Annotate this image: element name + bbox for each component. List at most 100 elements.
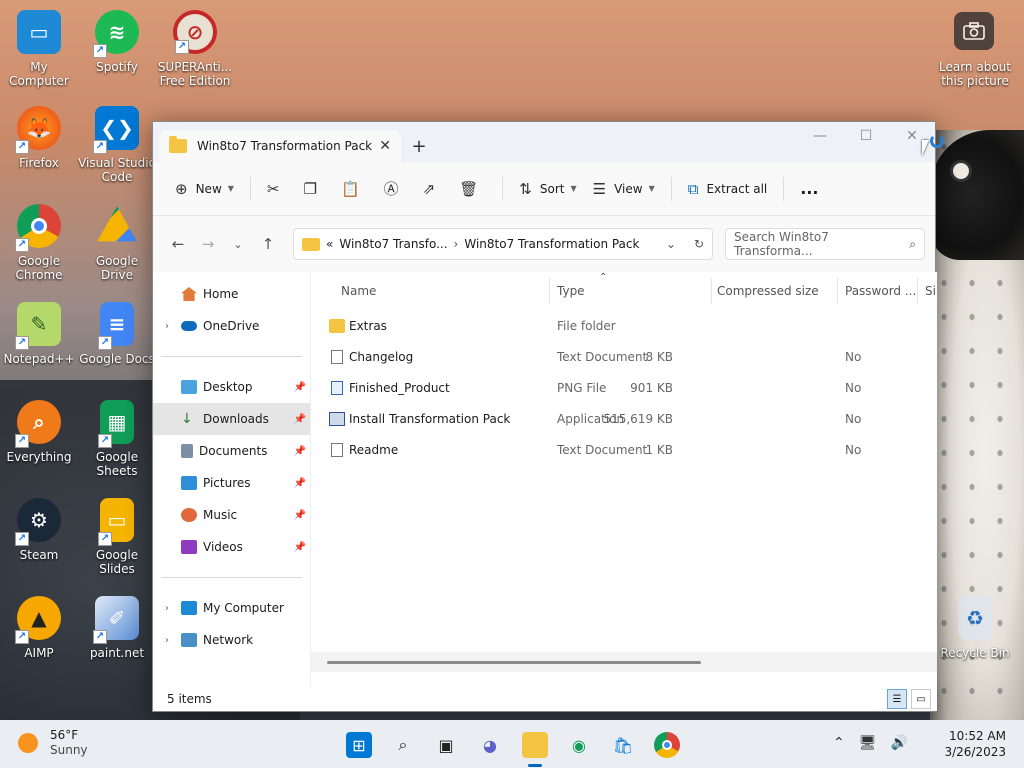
- chevron-right-icon[interactable]: ›: [165, 635, 181, 646]
- sidebar-item-documents[interactable]: Documents 📌: [153, 435, 310, 467]
- paintnet-icon: ✐ ↗: [93, 596, 139, 644]
- music-icon: [181, 508, 197, 522]
- overflow-crumbs[interactable]: «: [326, 237, 333, 251]
- desktop-icon-aimp[interactable]: ▲ ↗ AIMP: [0, 596, 78, 660]
- chrome-taskbar-button[interactable]: [654, 732, 680, 758]
- tab-win8to7[interactable]: Win8to7 Transformation Pack ✕: [159, 130, 401, 162]
- file-row[interactable]: Install Transformation Pack Application …: [311, 403, 937, 434]
- minimize-button[interactable]: —: [797, 122, 843, 150]
- pin-icon[interactable]: 📌: [294, 446, 306, 457]
- desktop-icon-google-slides[interactable]: ▭ ↗ Google Slides: [78, 498, 156, 576]
- pin-icon[interactable]: 📌: [294, 478, 306, 489]
- address-bar[interactable]: « Win8to7 Transfo... › Win8to7 Transform…: [293, 228, 713, 260]
- search-input[interactable]: Search Win8to7 Transforma... ⌕: [725, 228, 925, 260]
- start-button[interactable]: ⊞: [346, 732, 372, 758]
- chevron-up-icon[interactable]: ⌃: [833, 735, 845, 751]
- new-tab-button[interactable]: +: [401, 130, 437, 162]
- tiles-view-icon[interactable]: ▭: [911, 689, 931, 709]
- details-view-icon[interactable]: ☰: [887, 689, 907, 709]
- chevron-down-icon[interactable]: ⌄: [666, 237, 676, 251]
- file-row[interactable]: Extras File folder: [311, 310, 937, 341]
- sort-button[interactable]: ⇅ Sort ▼: [511, 173, 584, 205]
- column-size[interactable]: Si: [925, 284, 936, 298]
- sidebar-item-desktop[interactable]: Desktop 📌: [153, 371, 310, 403]
- view-button[interactable]: ☰ View ▼: [585, 173, 663, 205]
- column-divider[interactable]: [549, 278, 550, 304]
- breadcrumb-current[interactable]: Win8to7 Transformation Pack: [464, 237, 639, 251]
- date: 3/26/2023: [944, 745, 1006, 759]
- pin-icon[interactable]: 📌: [294, 414, 306, 425]
- column-divider[interactable]: [711, 278, 712, 304]
- file-row[interactable]: Changelog Text Document 8 KB No: [311, 341, 937, 372]
- sidebar-item-downloads[interactable]: ↓ Downloads 📌: [153, 403, 310, 435]
- chevron-right-icon[interactable]: ›: [165, 321, 181, 332]
- column-password[interactable]: Password ...: [845, 284, 916, 298]
- view-lines-icon: ☰: [592, 179, 607, 198]
- desktop-icon-chrome[interactable]: ↗ Google Chrome: [0, 204, 78, 282]
- desktop-icon-notepadpp[interactable]: ✎ ↗ Notepad++: [0, 302, 78, 366]
- file-row[interactable]: Finished_Product PNG File 901 KB No: [311, 372, 937, 403]
- copy-button[interactable]: ❐: [296, 173, 333, 205]
- learn-about-picture-button[interactable]: [954, 12, 994, 50]
- more-options-button[interactable]: ...: [792, 173, 826, 205]
- pin-icon[interactable]: 📌: [294, 382, 306, 393]
- share-button[interactable]: ⇗: [415, 173, 452, 205]
- weather-widget[interactable]: 56°F Sunny: [18, 728, 88, 758]
- recent-chevron-icon[interactable]: ⌄: [223, 238, 253, 251]
- maximize-button[interactable]: ☐: [843, 122, 889, 150]
- desktop-icon-steam[interactable]: ⚙ ↗ Steam: [0, 498, 78, 562]
- chat-button[interactable]: ◕: [477, 732, 503, 758]
- back-arrow-icon[interactable]: ←: [163, 235, 193, 253]
- sidebar-item-home[interactable]: Home: [153, 278, 310, 310]
- desktop-icon-spotify[interactable]: ≋ ↗ Spotify: [78, 10, 156, 74]
- desktop-icon-everything[interactable]: ⌕ ↗ Everything: [0, 400, 78, 464]
- sidebar-item-music[interactable]: Music 📌: [153, 499, 310, 531]
- desktop-icon-paintnet[interactable]: ✐ ↗ paint.net: [78, 596, 156, 660]
- new-button[interactable]: ⊕ New ▼: [167, 173, 242, 205]
- store-button[interactable]: 🛍: [610, 732, 636, 758]
- pin-icon[interactable]: 📌: [294, 510, 306, 521]
- desktop-icon-vscode[interactable]: ❮❯ ↗ Visual Studio Code: [78, 106, 156, 184]
- close-tab-icon[interactable]: ✕: [379, 138, 391, 154]
- clock[interactable]: 10:52 AM 3/26/2023: [944, 728, 1006, 760]
- sidebar-item-pictures[interactable]: Pictures 📌: [153, 467, 310, 499]
- cut-button[interactable]: ✂: [259, 173, 296, 205]
- up-arrow-icon[interactable]: ↑: [253, 235, 283, 253]
- search-taskbar-button[interactable]: ⌕: [390, 732, 416, 758]
- delete-button[interactable]: 🗑: [451, 173, 494, 205]
- horizontal-scrollbar-thumb[interactable]: [327, 661, 701, 664]
- chevron-right-icon[interactable]: ›: [165, 603, 181, 614]
- paste-button[interactable]: 📋: [333, 173, 376, 205]
- column-compressed-size[interactable]: Compressed size: [717, 284, 819, 298]
- column-divider[interactable]: [917, 278, 918, 304]
- rename-button[interactable]: Ⓐ: [376, 173, 415, 205]
- network-icon[interactable]: 🖥: [859, 735, 877, 751]
- sidebar-item-my-computer[interactable]: › My Computer: [153, 592, 310, 624]
- desktop-icon-google-drive[interactable]: Google Drive: [78, 204, 156, 282]
- column-type[interactable]: Type: [557, 284, 585, 298]
- desktop-icon-google-docs[interactable]: ≡ ↗ Google Docs: [78, 302, 156, 366]
- desktop-icon-my-computer[interactable]: ▭ My Computer: [0, 10, 78, 88]
- pin-icon[interactable]: 📌: [294, 542, 306, 553]
- desktop-icon-firefox[interactable]: 🦊 ↗ Firefox: [0, 106, 78, 170]
- edge-button[interactable]: ◉: [566, 732, 592, 758]
- volume-icon[interactable]: 🔊: [891, 735, 908, 751]
- image-file-icon: [331, 380, 343, 395]
- desktop-icon-recycle-bin[interactable]: ♻ Recycle Bin: [936, 596, 1014, 660]
- column-divider[interactable]: [837, 278, 838, 304]
- refresh-icon[interactable]: ↻: [694, 237, 704, 251]
- extract-all-button[interactable]: ⧉ Extract all: [680, 173, 776, 205]
- sidebar-item-network[interactable]: › Network: [153, 624, 310, 656]
- column-name[interactable]: Name: [341, 284, 376, 298]
- sidebar-item-videos[interactable]: Videos 📌: [153, 531, 310, 563]
- task-view-button[interactable]: ▣: [433, 732, 459, 758]
- breadcrumb-parent[interactable]: Win8to7 Transfo...: [339, 237, 447, 251]
- chevron-right-icon[interactable]: ›: [454, 237, 459, 251]
- learn-about-picture-label[interactable]: Learn about this picture: [934, 60, 1016, 88]
- file-explorer-taskbar-button[interactable]: [522, 732, 548, 758]
- desktop-icon-google-sheets[interactable]: ▦ ↗ Google Sheets: [78, 400, 156, 478]
- sidebar-item-onedrive[interactable]: › OneDrive: [153, 310, 310, 342]
- forward-arrow-icon[interactable]: →: [193, 235, 223, 253]
- desktop-icon-superantispyware[interactable]: ⊘ ↗ SUPERAnti... Free Edition: [156, 10, 234, 88]
- file-row[interactable]: Readme Text Document 1 KB No: [311, 434, 937, 465]
